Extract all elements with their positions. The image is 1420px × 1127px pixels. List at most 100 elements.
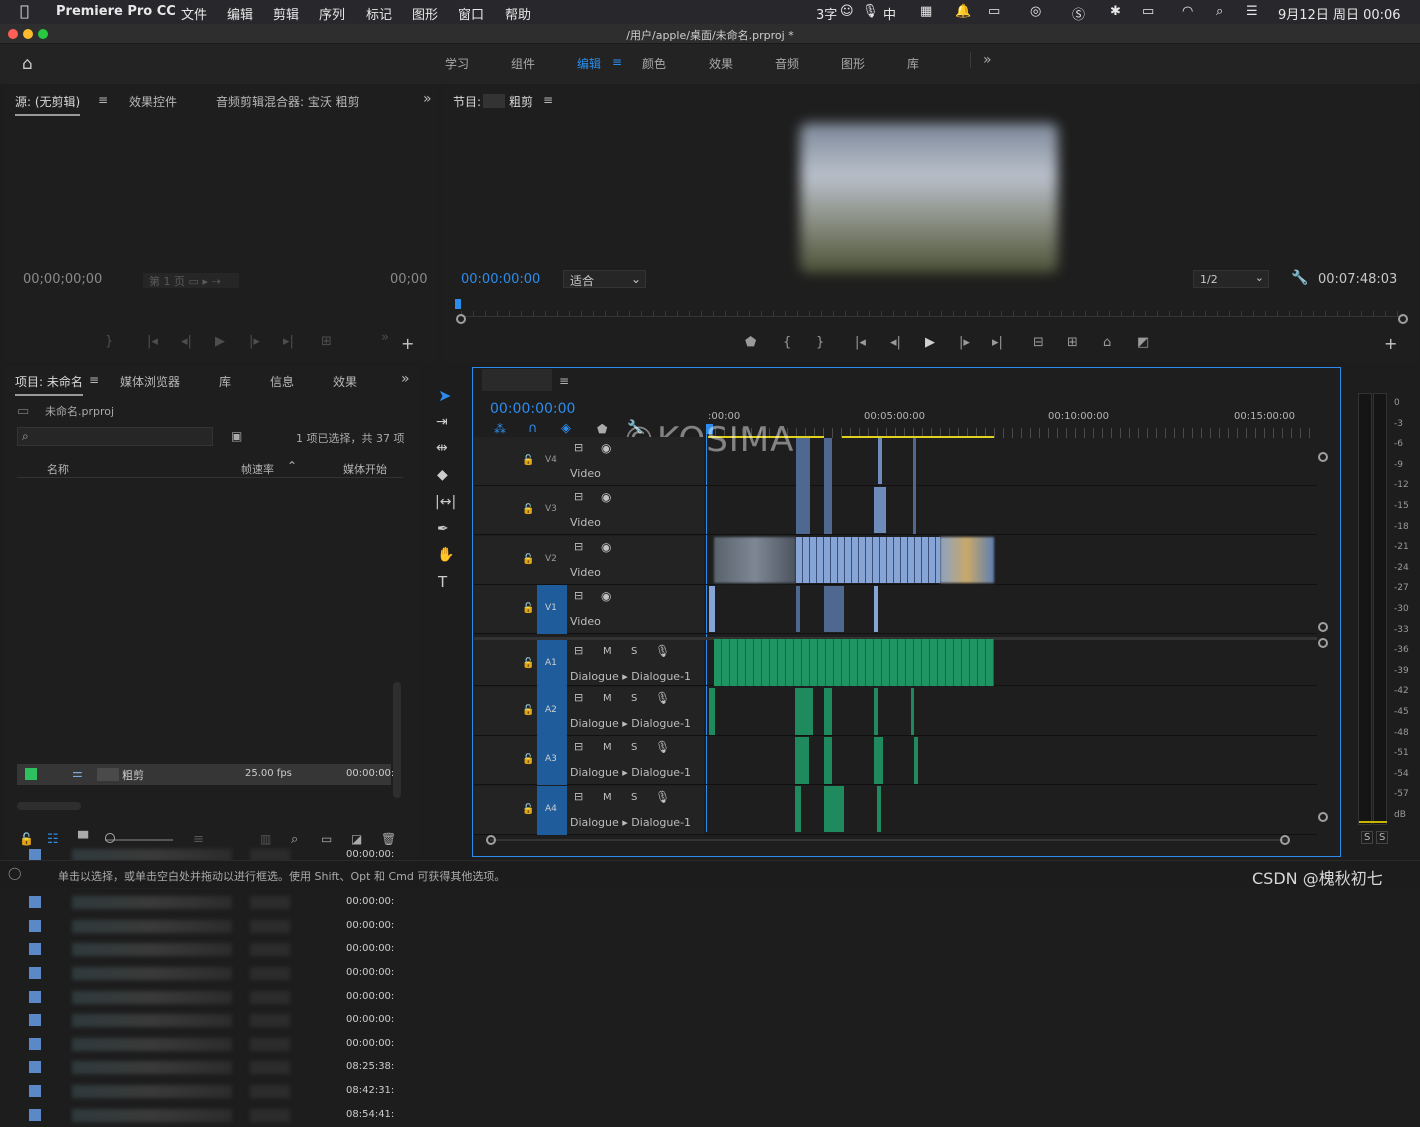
video-clip[interactable] — [878, 438, 882, 484]
resolution-select[interactable]: 1/2 ⌄ — [1193, 270, 1269, 288]
toggle-sync-icon[interactable]: ⊟ — [574, 441, 583, 454]
solo-button[interactable]: S — [631, 646, 637, 657]
add-button-icon[interactable]: + — [1384, 334, 1397, 353]
video-clip[interactable] — [913, 438, 916, 534]
hand-icon[interactable]: ✋ — [437, 547, 454, 563]
slip-icon[interactable]: |↔| — [435, 494, 456, 510]
menu-sequence[interactable]: 序列 — [319, 4, 345, 23]
toggle-sync-icon[interactable]: ⊟ — [574, 644, 583, 657]
step-back-icon[interactable]: ◂| — [181, 334, 192, 349]
mark-in-icon[interactable]: { — [783, 335, 791, 350]
panel-menu-icon[interactable]: ≡ — [98, 93, 108, 107]
apple-icon[interactable]:  — [20, 2, 29, 20]
panel-menu-icon[interactable]: ≡ — [89, 373, 99, 387]
lock-icon[interactable]: 🔓 — [522, 504, 534, 515]
mute-button[interactable]: M — [603, 693, 612, 704]
hscroll-handle-right[interactable] — [1280, 835, 1290, 845]
tab-media-browser[interactable]: 媒体浏览器 — [120, 373, 180, 390]
toggle-sync-icon[interactable]: ⊟ — [574, 540, 583, 553]
home-icon[interactable]: ⌂ — [22, 54, 33, 74]
type-tool-icon[interactable]: T — [438, 573, 447, 591]
audio-clip-group[interactable] — [714, 639, 994, 686]
mic-icon[interactable]: 🎙 — [655, 644, 670, 658]
video-clip[interactable] — [796, 438, 810, 534]
menu-clip[interactable]: 剪辑 — [273, 4, 299, 23]
list-item[interactable]: 00:00:00: — [22, 963, 396, 985]
step-forward-icon[interactable]: |▸ — [249, 334, 260, 349]
lock-icon[interactable]: 🔓 — [522, 455, 534, 466]
lift-icon[interactable]: ⊟ — [1033, 335, 1044, 350]
ripple-edit-icon[interactable]: ⇹ — [436, 440, 448, 456]
lock-icon[interactable]: 🔓 — [522, 754, 534, 765]
vscroll-audio-top[interactable] — [1318, 638, 1328, 648]
add-button-icon[interactable]: + — [401, 334, 414, 353]
solo-right-button[interactable]: S — [1376, 831, 1389, 844]
col-framerate[interactable]: 帧速率 — [241, 461, 274, 477]
video-clip-thumbnail[interactable] — [714, 537, 796, 583]
close-button[interactable] — [8, 29, 18, 39]
mark-out-icon[interactable]: } — [816, 335, 824, 350]
vscroll-handle-top[interactable] — [1318, 452, 1328, 462]
timeline-tab-blur[interactable] — [482, 369, 552, 391]
list-item[interactable]: 00:00:00: — [22, 1034, 396, 1056]
step-back-icon[interactable]: ◂| — [890, 335, 901, 350]
vscroll-handle-bottom[interactable] — [1318, 622, 1328, 632]
list-scrollbar[interactable] — [393, 682, 401, 798]
camera-icon[interactable]: ⌂ — [1103, 335, 1111, 350]
zoom-handle-left[interactable] — [456, 314, 466, 324]
hamburger-icon[interactable]: ≡ — [612, 55, 622, 69]
tab-effect-controls[interactable]: 效果控件 — [129, 93, 177, 110]
video-clip[interactable] — [709, 586, 715, 632]
fit-select[interactable]: 适合 ⌄ — [563, 270, 646, 288]
insert-icon[interactable]: ⊞ — [321, 334, 332, 349]
video-clip[interactable] — [874, 487, 886, 533]
mark-out-icon[interactable]: } — [105, 334, 113, 349]
program-playhead[interactable] — [455, 299, 461, 309]
goto-out-icon[interactable]: ▸| — [992, 335, 1003, 350]
menu-help[interactable]: 帮助 — [505, 4, 531, 23]
vscroll-audio-bottom[interactable] — [1318, 812, 1328, 822]
goto-in-icon[interactable]: |◂ — [855, 335, 866, 350]
program-tab-prefix[interactable]: 节目: — [453, 93, 481, 110]
extract-icon[interactable]: ⊞ — [1067, 335, 1078, 350]
more-tabs-icon[interactable]: » — [423, 91, 432, 107]
audio-clip[interactable] — [914, 737, 918, 784]
list-item[interactable]: 00:00:00: — [22, 987, 396, 1009]
menu-edit[interactable]: 编辑 — [227, 4, 253, 23]
audio-clip[interactable] — [824, 688, 832, 735]
tab-effects[interactable]: 效果 — [333, 373, 357, 390]
toggle-sync-icon[interactable]: ⊟ — [574, 740, 583, 753]
lock-icon[interactable]: 🔓 — [522, 603, 534, 614]
pen-icon[interactable]: ✒ — [437, 521, 449, 537]
tab-project[interactable]: 项目: 未命名 — [15, 373, 83, 396]
menu-file[interactable]: 文件 — [181, 4, 207, 23]
search-icon[interactable]: ⌕ — [1216, 4, 1223, 19]
solo-left-button[interactable]: S — [1361, 831, 1374, 844]
video-clip[interactable] — [796, 586, 800, 632]
new-bin-icon[interactable]: ▭ — [321, 832, 332, 846]
zoom-slider-thumb[interactable] — [105, 833, 115, 843]
mic-icon[interactable]: 🎙 — [655, 740, 670, 754]
audio-clip[interactable] — [877, 786, 881, 832]
nest-icon[interactable]: ⁂ — [494, 422, 506, 436]
ws-effects[interactable]: 效果 — [709, 55, 733, 72]
tab-audio-clip-mixer[interactable]: 音频剪辑混合器: 宝沃 粗剪 — [216, 93, 360, 110]
horizontal-scrollbar[interactable] — [17, 802, 81, 810]
ws-assembly[interactable]: 组件 — [511, 55, 535, 72]
program-panel-menu-icon[interactable]: ≡ — [543, 93, 553, 107]
razor-icon[interactable]: ◆ — [437, 467, 448, 483]
sort-asc-icon[interactable]: ⌃ — [287, 459, 297, 473]
goto-out-icon[interactable]: ▸| — [283, 334, 294, 349]
audio-clip[interactable] — [824, 786, 844, 832]
ime-lang[interactable]: 中 — [883, 4, 896, 23]
list-item[interactable]: 00:00:00: — [22, 939, 396, 961]
ws-graphics[interactable]: 图形 — [841, 55, 865, 72]
audio-clip[interactable] — [795, 786, 801, 832]
ime-status[interactable]: 3字 — [816, 4, 837, 23]
s-app-icon[interactable]: Ⓢ — [1072, 4, 1085, 23]
toggle-sync-icon[interactable]: ⊟ — [574, 691, 583, 704]
solo-button[interactable]: S — [631, 742, 637, 753]
app-name[interactable]: Premiere Pro CC — [56, 4, 176, 19]
source-timecode[interactable]: 00;00;00;00 — [23, 272, 102, 287]
audio-clip[interactable] — [795, 737, 809, 784]
